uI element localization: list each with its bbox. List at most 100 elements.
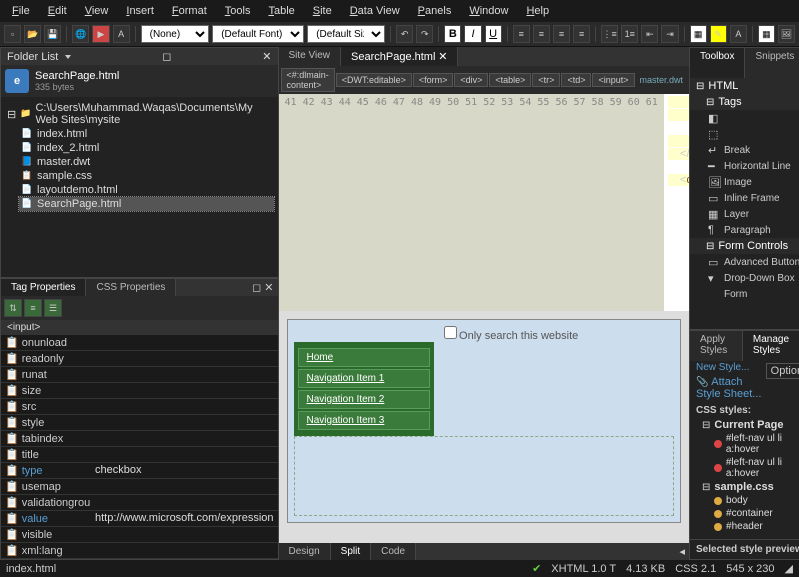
indent-icon[interactable]: ⇥ [661, 25, 678, 43]
property-row[interactable]: 📋usemap [1, 479, 278, 495]
tab-site-view[interactable]: Site View [279, 47, 342, 66]
close-icon[interactable]: ✕ [262, 50, 271, 63]
highlight-icon[interactable]: ✎ [710, 25, 727, 43]
tab-apply-styles[interactable]: Apply Styles [690, 331, 743, 361]
breadcrumb-item[interactable]: <tr> [532, 73, 560, 87]
save-icon[interactable]: 💾 [44, 25, 61, 43]
tab-tag-properties[interactable]: Tag Properties [1, 279, 86, 296]
property-row[interactable]: 📋validationgroup [1, 495, 278, 511]
justify-icon[interactable]: ≡ [573, 25, 590, 43]
property-row[interactable]: 📋title [1, 447, 278, 463]
search-site-checkbox[interactable] [444, 326, 457, 339]
menu-file[interactable]: File [4, 2, 38, 20]
toolbox-item[interactable]: ▦Layer [690, 206, 799, 222]
size-select[interactable]: (Default Size) [307, 25, 385, 43]
sample-css-group[interactable]: ⊟ sample.css [690, 480, 799, 494]
tree-item[interactable]: 📄layoutdemo.html [19, 183, 274, 197]
chevron-icon[interactable]: ◂ [675, 543, 689, 560]
toolbox-item[interactable]: 🖼Image [690, 174, 799, 190]
style-rule[interactable]: #container [690, 507, 799, 520]
tree-item[interactable]: 📄SearchPage.html [19, 197, 274, 211]
redo-icon[interactable]: ↷ [416, 25, 433, 43]
breadcrumb-item[interactable]: <div> [454, 73, 488, 87]
preview-nav-link[interactable]: Navigation Item 3 [298, 411, 430, 430]
property-row[interactable]: 📋tabindex [1, 431, 278, 447]
design-preview[interactable]: Only search this website HomeNavigation … [279, 311, 690, 544]
sort-icon[interactable]: ⇅ [4, 299, 22, 317]
tab-toolbox[interactable]: Toolbox [690, 48, 745, 78]
close-icon[interactable]: ✕ [264, 282, 273, 294]
breadcrumb-item[interactable]: <td> [561, 73, 591, 87]
tab-manage-styles[interactable]: Manage Styles [743, 331, 799, 361]
resize-icon[interactable]: ◢ [785, 562, 793, 575]
font-select[interactable]: (Default Font) [212, 25, 304, 43]
tree-item[interactable]: 📘master.dwt [19, 155, 274, 169]
menu-window[interactable]: Window [461, 2, 516, 20]
numlist-icon[interactable]: 1≡ [621, 25, 638, 43]
property-row[interactable]: 📋onunload [1, 335, 278, 351]
publish-icon[interactable]: 🌐 [72, 25, 89, 43]
tab-code[interactable]: Code [371, 543, 416, 560]
style-rule[interactable]: #left-nav ul li a:hover [690, 432, 799, 456]
options-button[interactable]: Options ▾ [766, 363, 799, 379]
status-dimensions[interactable]: 545 x 230 [726, 563, 774, 575]
toolbox-item[interactable]: ¶Paragraph [690, 222, 799, 238]
menu-insert[interactable]: Insert [118, 2, 162, 20]
toolbox-item[interactable]: ▾Drop-Down Box [690, 270, 799, 286]
new-style-link[interactable]: New Style... [690, 361, 755, 376]
toolbox-item[interactable]: ▭Inline Frame [690, 190, 799, 206]
property-row[interactable]: 📋readonly [1, 351, 278, 367]
bold-icon[interactable]: B [444, 25, 461, 43]
property-row[interactable]: 📋runat [1, 367, 278, 383]
toolbox-cat-html[interactable]: ⊟ HTML [690, 78, 799, 94]
style-select[interactable]: (None) [141, 25, 210, 43]
toolbox-item[interactable]: ⬚ [690, 126, 799, 142]
tab-design[interactable]: Design [279, 543, 331, 560]
toolbox-item[interactable]: ◧ [690, 110, 799, 126]
preview-nav-link[interactable]: Home [298, 348, 430, 367]
css-icon[interactable]: A [113, 25, 130, 43]
breadcrumb-item[interactable]: <input> [592, 73, 634, 87]
image-icon[interactable]: 🖼 [778, 25, 795, 43]
undo-icon[interactable]: ↶ [396, 25, 413, 43]
menu-format[interactable]: Format [164, 2, 215, 20]
open-icon[interactable]: 📂 [24, 25, 41, 43]
tree-item[interactable]: 📄index.html [19, 127, 274, 141]
toolbox-item[interactable]: ↵Break [690, 142, 799, 158]
breadcrumb-item[interactable]: <table> [489, 73, 531, 87]
toolbox-cat-tags[interactable]: ⊟ Tags [690, 94, 799, 110]
filter-icon[interactable]: ☰ [44, 299, 62, 317]
fontcolor-icon[interactable]: A [730, 25, 747, 43]
menu-site[interactable]: Site [305, 2, 340, 20]
toolbox-cat-form[interactable]: ⊟ Form Controls [690, 238, 799, 254]
tab-css-properties[interactable]: CSS Properties [86, 279, 176, 296]
style-rule[interactable]: #header [690, 520, 799, 533]
tree-item[interactable]: 📄index_2.html [19, 141, 274, 155]
toolbox-item[interactable]: ━Horizontal Line [690, 158, 799, 174]
breadcrumb-item[interactable]: <DWT:editable> [336, 73, 412, 87]
preview-icon[interactable]: ▶ [92, 25, 109, 43]
toolbox-item[interactable]: Form [690, 286, 799, 302]
property-row[interactable]: 📋valuehttp://www.microsoft.com/expressio… [1, 511, 278, 527]
list-icon[interactable]: ⋮≡ [601, 25, 618, 43]
tab-snippets[interactable]: Snippets [745, 48, 799, 78]
menu-tools[interactable]: Tools [217, 2, 259, 20]
property-row[interactable]: 📋src [1, 399, 278, 415]
menu-edit[interactable]: Edit [40, 2, 75, 20]
tab-document[interactable]: SearchPage.html ✕ [341, 47, 458, 66]
table-icon[interactable]: ▦ [758, 25, 775, 43]
style-rule[interactable]: body [690, 494, 799, 507]
property-row[interactable]: 📋style [1, 415, 278, 431]
menu-help[interactable]: Help [518, 2, 557, 20]
menu-table[interactable]: Table [260, 2, 302, 20]
expand-icon[interactable]: ◻ [162, 50, 171, 63]
menu-view[interactable]: View [77, 2, 117, 20]
master-ref[interactable]: master.dwt [636, 75, 688, 85]
new-icon[interactable]: ▫ [4, 25, 21, 43]
align-right-icon[interactable]: ≡ [553, 25, 570, 43]
style-rule[interactable]: #left-nav ul li a:hover [690, 456, 799, 480]
cat-icon[interactable]: ≡ [24, 299, 42, 317]
menu-panels[interactable]: Panels [410, 2, 460, 20]
tree-item[interactable]: 📋sample.css [19, 169, 274, 183]
preview-nav-link[interactable]: Navigation Item 1 [298, 369, 430, 388]
